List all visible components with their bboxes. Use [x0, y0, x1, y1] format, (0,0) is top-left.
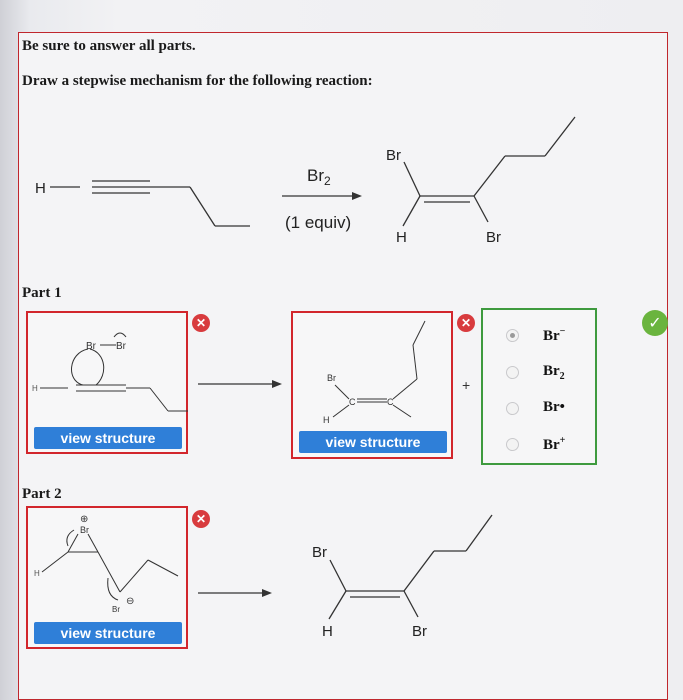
product-br-top: Br	[386, 147, 401, 164]
part2-br-bottom: Br	[112, 605, 120, 614]
box2-br: Br	[327, 373, 336, 383]
part1-box2[interactable]: Br C C H view structure	[291, 311, 453, 459]
box2-c1: C	[349, 397, 356, 407]
box2-h: H	[323, 415, 330, 425]
part1-box1-drawing: Br Br H	[32, 332, 188, 412]
part2-arrow-and-product: Br H Br	[198, 514, 493, 640]
page-background: Be sure to answer all parts. Draw a step…	[0, 0, 683, 700]
option-br-radical-radio[interactable]	[506, 402, 519, 415]
product-br-bottom: Br	[486, 229, 501, 246]
reactant-h-label: H	[35, 180, 46, 197]
option-br-plus-radio[interactable]	[506, 438, 519, 451]
part2-plus-charge: ⊕	[80, 514, 88, 525]
part1-box1-view-structure-button[interactable]: view structure	[34, 427, 182, 449]
part2-box1-view-structure-button[interactable]: view structure	[34, 622, 182, 644]
part2-product-br-bottom: Br	[412, 623, 427, 640]
part2-minus-charge: ⊖	[126, 596, 134, 607]
part1-arrow	[198, 380, 282, 388]
part2-br-top: Br	[80, 525, 89, 535]
part1-box1[interactable]: Br Br H view structure	[26, 311, 188, 454]
box1-br-left: Br	[86, 341, 97, 352]
option-br2-label: Br2	[543, 363, 565, 382]
option-br-minus-label: Br−	[543, 326, 566, 344]
reagent-br: Br2	[307, 166, 331, 188]
box1-h: H	[32, 384, 38, 393]
part2-product-h: H	[322, 623, 333, 640]
part2-box1-drawing: ⊕ Br H Br ⊖	[34, 514, 179, 614]
part1-box2-drawing: Br C C H	[323, 320, 426, 425]
part1-box2-view-structure-button[interactable]: view structure	[299, 431, 447, 453]
correct-check-icon: ✓	[642, 310, 668, 336]
part2-box1[interactable]: ⊕ Br H Br ⊖ view structure	[26, 506, 188, 649]
plus-sign: +	[462, 377, 471, 393]
part2-label: Part 2	[22, 486, 62, 502]
product-h: H	[396, 229, 407, 246]
option-br-plus-label: Br+	[543, 435, 566, 453]
part2-product-br: Br	[312, 544, 327, 561]
reaction-scheme: H Br2 (1 equiv) Br H Br	[35, 116, 576, 246]
box1-br-right: Br	[116, 341, 127, 352]
answer-options-box: Br− Br2 Br• Br+	[481, 308, 597, 465]
part1-label: Part 1	[22, 285, 62, 301]
option-br-minus-radio[interactable]	[506, 329, 519, 342]
reaction-conditions: (1 equiv)	[285, 213, 351, 232]
part1-box1-close-icon[interactable]: ✕	[192, 314, 210, 332]
part1-box2-close-icon[interactable]: ✕	[457, 314, 475, 332]
option-br-radical-label: Br•	[543, 399, 565, 415]
part2-h: H	[34, 569, 40, 578]
option-br2-radio[interactable]	[506, 366, 519, 379]
